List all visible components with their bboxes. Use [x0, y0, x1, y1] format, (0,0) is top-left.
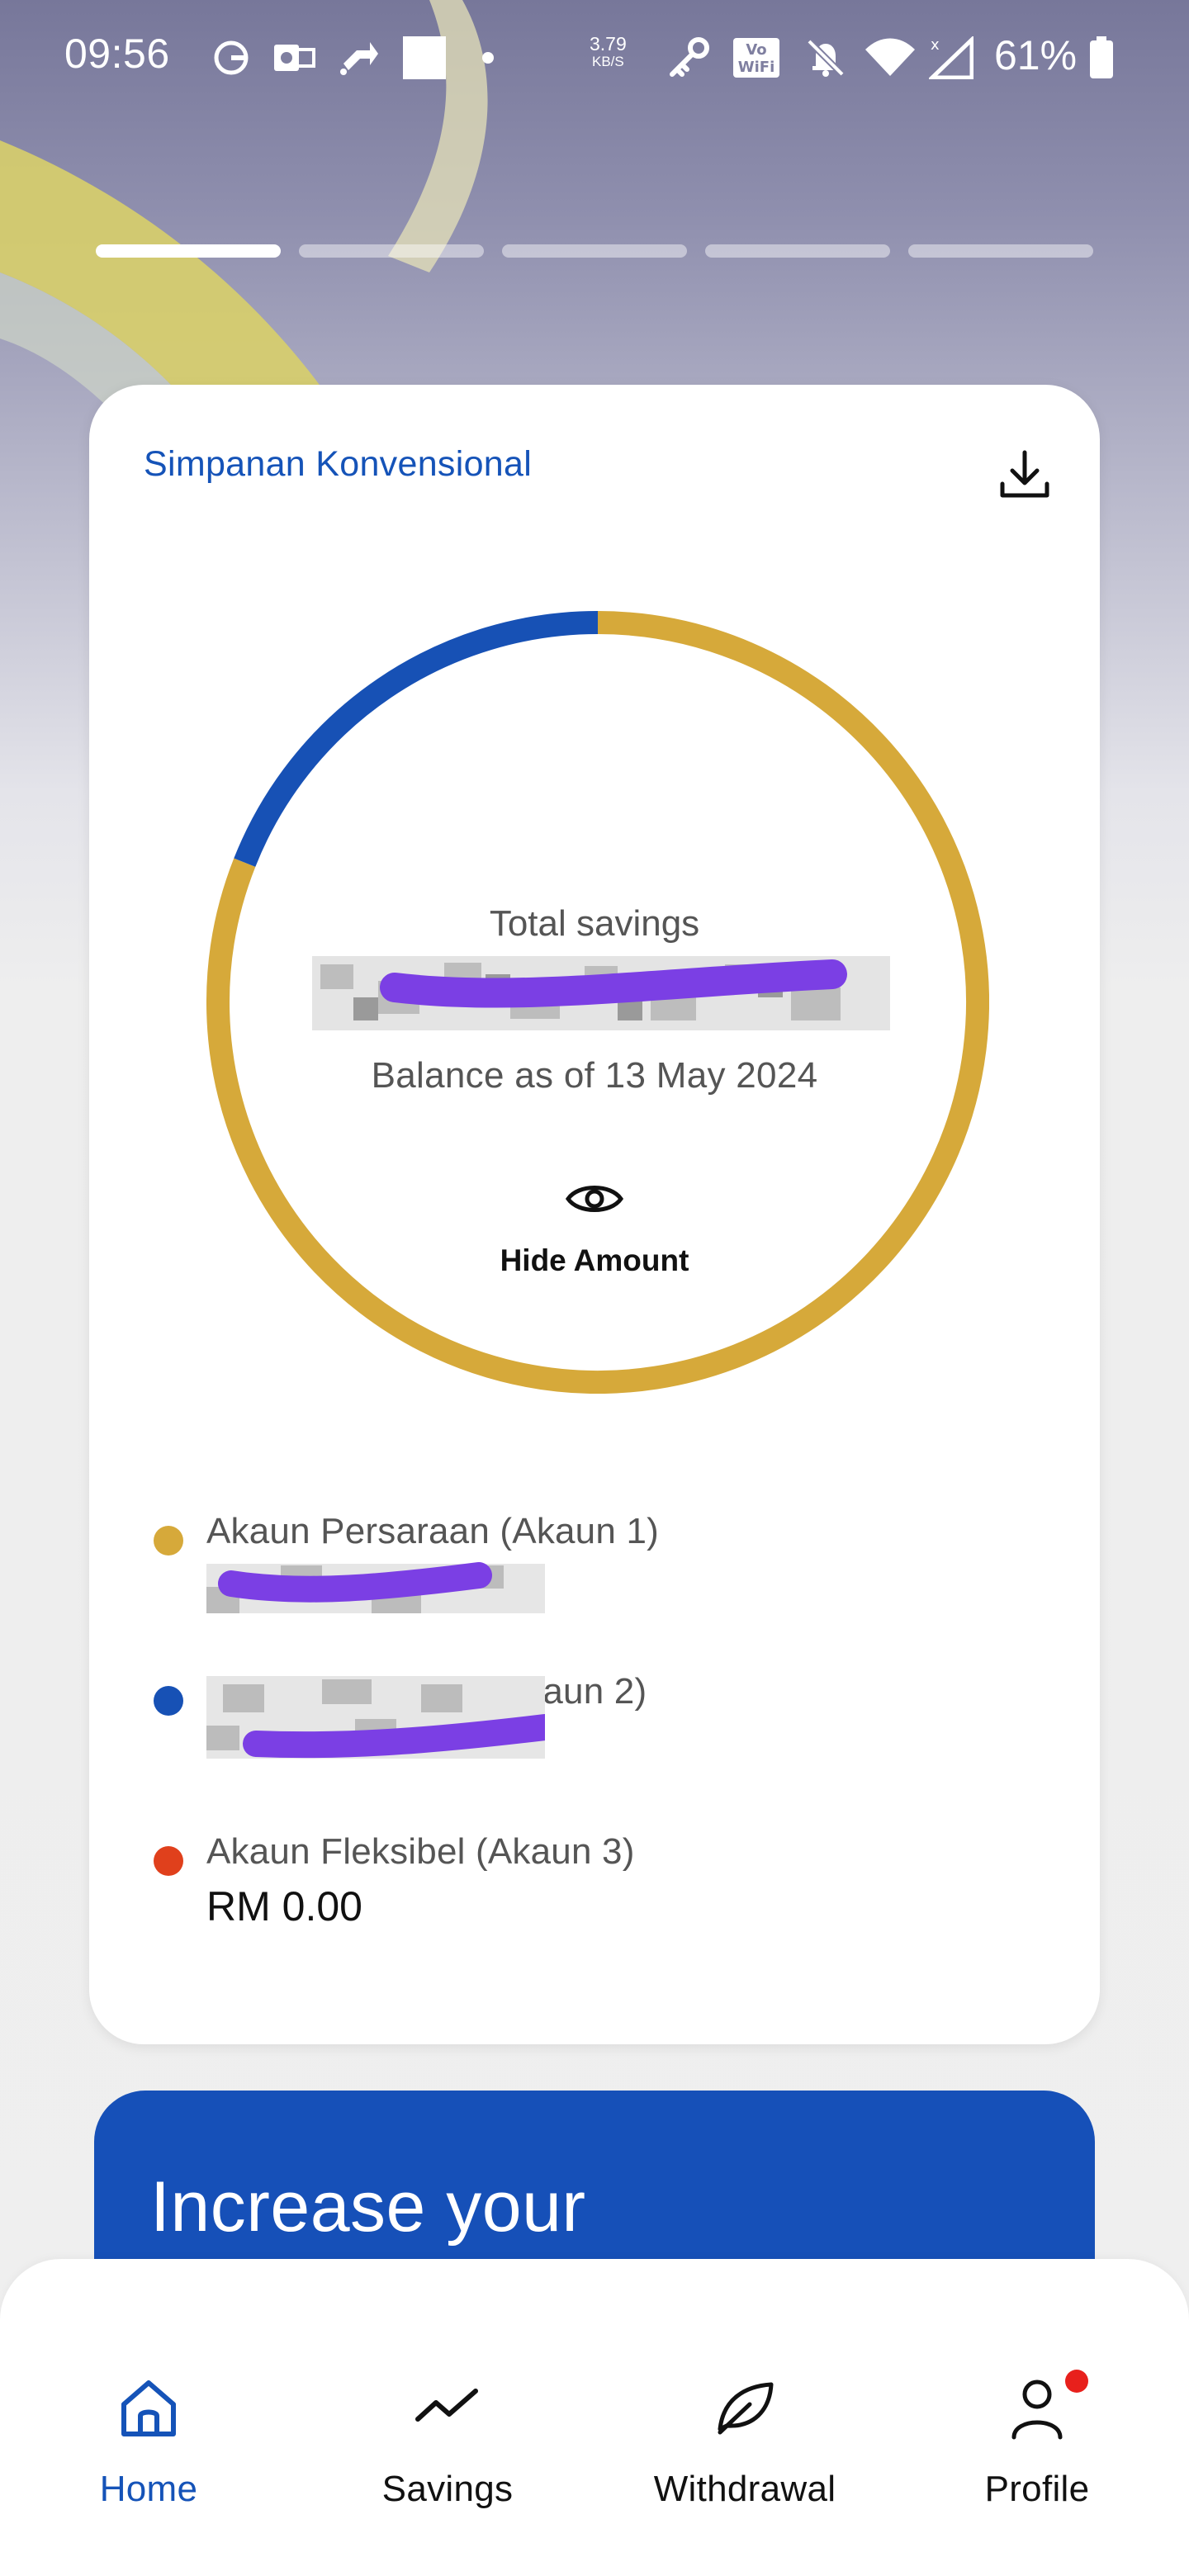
total-amount-redacted	[312, 956, 890, 1030]
download-button[interactable]	[988, 438, 1062, 512]
leaf-icon	[703, 2366, 786, 2449]
status-time: 09:56	[64, 31, 170, 77]
vowifi-icon: Vo WiFi	[730, 33, 783, 83]
nav-withdrawal[interactable]: Withdrawal	[621, 2366, 869, 2531]
eye-icon	[565, 1186, 624, 1212]
home-icon	[107, 2366, 190, 2449]
promo-text: Increase your	[150, 2167, 586, 2247]
trend-icon	[406, 2366, 489, 2449]
nav-savings[interactable]: Savings	[324, 2366, 571, 2531]
square-icon	[400, 33, 449, 83]
svg-text:Vo: Vo	[746, 41, 766, 59]
cast-icon	[334, 33, 383, 83]
akaun-2-amount-redacted	[206, 1676, 545, 1759]
progress-segment	[299, 244, 484, 258]
nav-withdrawal-label: Withdrawal	[653, 2469, 836, 2509]
akaun-3-amount: RM 0.00	[206, 1883, 362, 1930]
bottom-navigation: Home Savings Withdrawal Profile	[0, 2259, 1189, 2576]
outlook-icon	[269, 33, 319, 83]
nav-savings-label: Savings	[381, 2469, 514, 2509]
download-icon	[1000, 450, 1049, 498]
network-speed: 3.79 KB/S	[590, 35, 627, 71]
legend-name: Akaun Fleksibel (Akaun 3)	[206, 1831, 635, 1872]
g-app-icon	[206, 33, 256, 83]
nav-profile[interactable]: Profile	[913, 2366, 1161, 2531]
total-savings-label: Total savings	[489, 903, 700, 944]
progress-segment	[502, 244, 687, 258]
svg-text:x: x	[931, 36, 940, 54]
battery-percent: 61%	[994, 32, 1078, 78]
battery-icon	[1085, 33, 1118, 83]
story-progress	[96, 244, 1093, 258]
progress-segment	[705, 244, 890, 258]
status-bar: 09:56 3.79 KB/S Vo WiFi x 61%	[0, 0, 1189, 116]
hide-amount-label[interactable]: Hide Amount	[89, 1243, 1100, 1278]
speed-value: 3.79	[590, 33, 627, 54]
speed-unit: KB/S	[592, 54, 624, 69]
balance-date-label: Balance as of 13 May 2024	[371, 1055, 818, 1096]
savings-card: Simpanan Konvensional Total savings Bala…	[89, 385, 1100, 2044]
signal-icon: x	[926, 33, 976, 83]
card-title: Simpanan Konvensional	[144, 444, 533, 484]
profile-notification-dot	[1065, 2370, 1088, 2393]
akaun-1-amount-redacted	[206, 1562, 545, 1613]
bell-off-icon	[801, 33, 850, 83]
toggle-amount-button[interactable]	[558, 1174, 631, 1224]
dot-icon	[476, 33, 500, 83]
legend-dot-akaun-1	[154, 1526, 183, 1556]
svg-text:WiFi: WiFi	[738, 59, 775, 76]
donut-segment-2	[234, 611, 599, 867]
legend-dot-akaun-3	[154, 1846, 183, 1876]
wifi-icon	[864, 33, 917, 83]
key-icon	[664, 33, 713, 83]
nav-profile-label: Profile	[984, 2469, 1090, 2509]
progress-segment	[908, 244, 1093, 258]
nav-home-label: Home	[99, 2469, 198, 2509]
progress-segment-active	[96, 244, 281, 258]
legend-dot-akaun-2	[154, 1686, 183, 1716]
legend-name: Akaun Persaraan (Akaun 1)	[206, 1511, 659, 1551]
nav-home[interactable]: Home	[25, 2366, 272, 2531]
